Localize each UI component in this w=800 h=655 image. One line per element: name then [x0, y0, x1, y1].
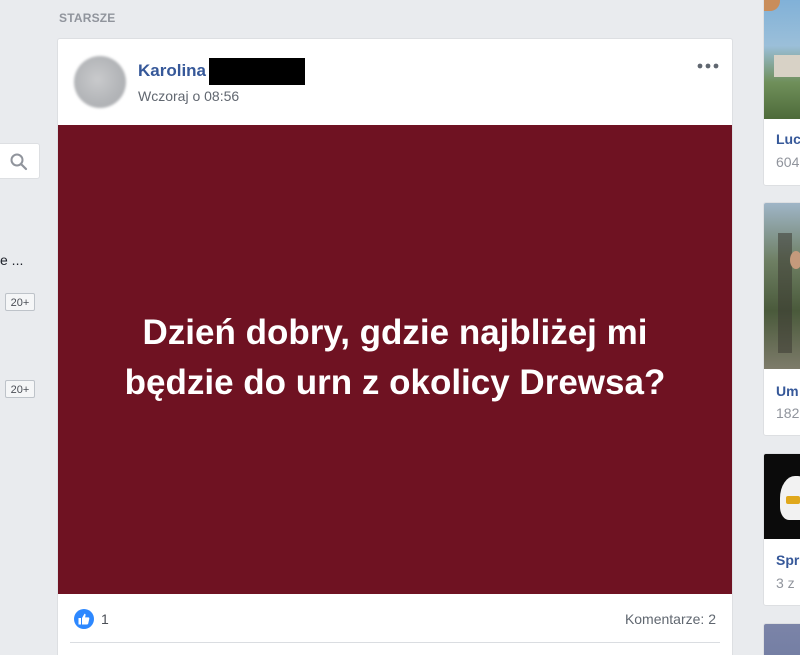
suggested-group-card[interactable]: Um 182 — [763, 202, 800, 436]
search-icon — [10, 153, 28, 171]
group-subtitle: 182 — [776, 405, 800, 421]
redacted-surname — [209, 57, 306, 85]
post-text-image[interactable]: Dzień dobry, gdzie najbliżej mi będzie d… — [58, 125, 732, 594]
reaction-row: 1 Komentarze: 2 — [58, 605, 732, 635]
count-badge: 20+ — [5, 380, 35, 398]
group-subtitle: 604 — [776, 154, 800, 170]
author-row: Karolina — [138, 57, 306, 85]
section-label: STARSZE — [59, 11, 116, 25]
group-thumbnail[interactable] — [764, 203, 800, 369]
group-title[interactable]: Luc — [776, 131, 800, 147]
group-title[interactable]: Um — [776, 383, 799, 399]
post-image-text: Dzień dobry, gdzie najbliżej mi będzie d… — [124, 312, 666, 402]
page: e ... 20+ 20+ STARSZE Karolina Wczoraj o… — [0, 0, 800, 655]
search-button[interactable] — [0, 143, 40, 179]
post-card: Karolina Wczoraj o 08:56 Dzień dobry, gd… — [57, 38, 733, 655]
suggested-group-card[interactable]: Luc 604 — [763, 0, 800, 186]
group-thumbnail[interactable] — [764, 454, 800, 539]
author-name[interactable]: Karolina — [138, 61, 206, 81]
comments-count-link[interactable]: Komentarze: 2 — [625, 611, 716, 627]
group-subtitle: 3 z — [776, 575, 795, 591]
post-timestamp[interactable]: Wczoraj o 08:56 — [138, 88, 239, 104]
like-icon[interactable] — [74, 609, 94, 629]
thumbs-up-icon — [78, 613, 90, 625]
left-nav-truncated-text[interactable]: e ... — [0, 252, 23, 268]
suggested-group-card[interactable] — [763, 623, 800, 655]
divider — [70, 642, 720, 643]
author-avatar[interactable] — [74, 56, 126, 108]
suggested-group-card[interactable]: Spr 3 z — [763, 453, 800, 606]
group-title[interactable]: Spr — [776, 552, 799, 568]
count-badge: 20+ — [5, 293, 35, 311]
group-thumbnail[interactable] — [764, 0, 800, 119]
like-count[interactable]: 1 — [101, 611, 109, 627]
group-thumbnail[interactable] — [764, 624, 800, 655]
more-options-icon[interactable] — [696, 59, 720, 73]
